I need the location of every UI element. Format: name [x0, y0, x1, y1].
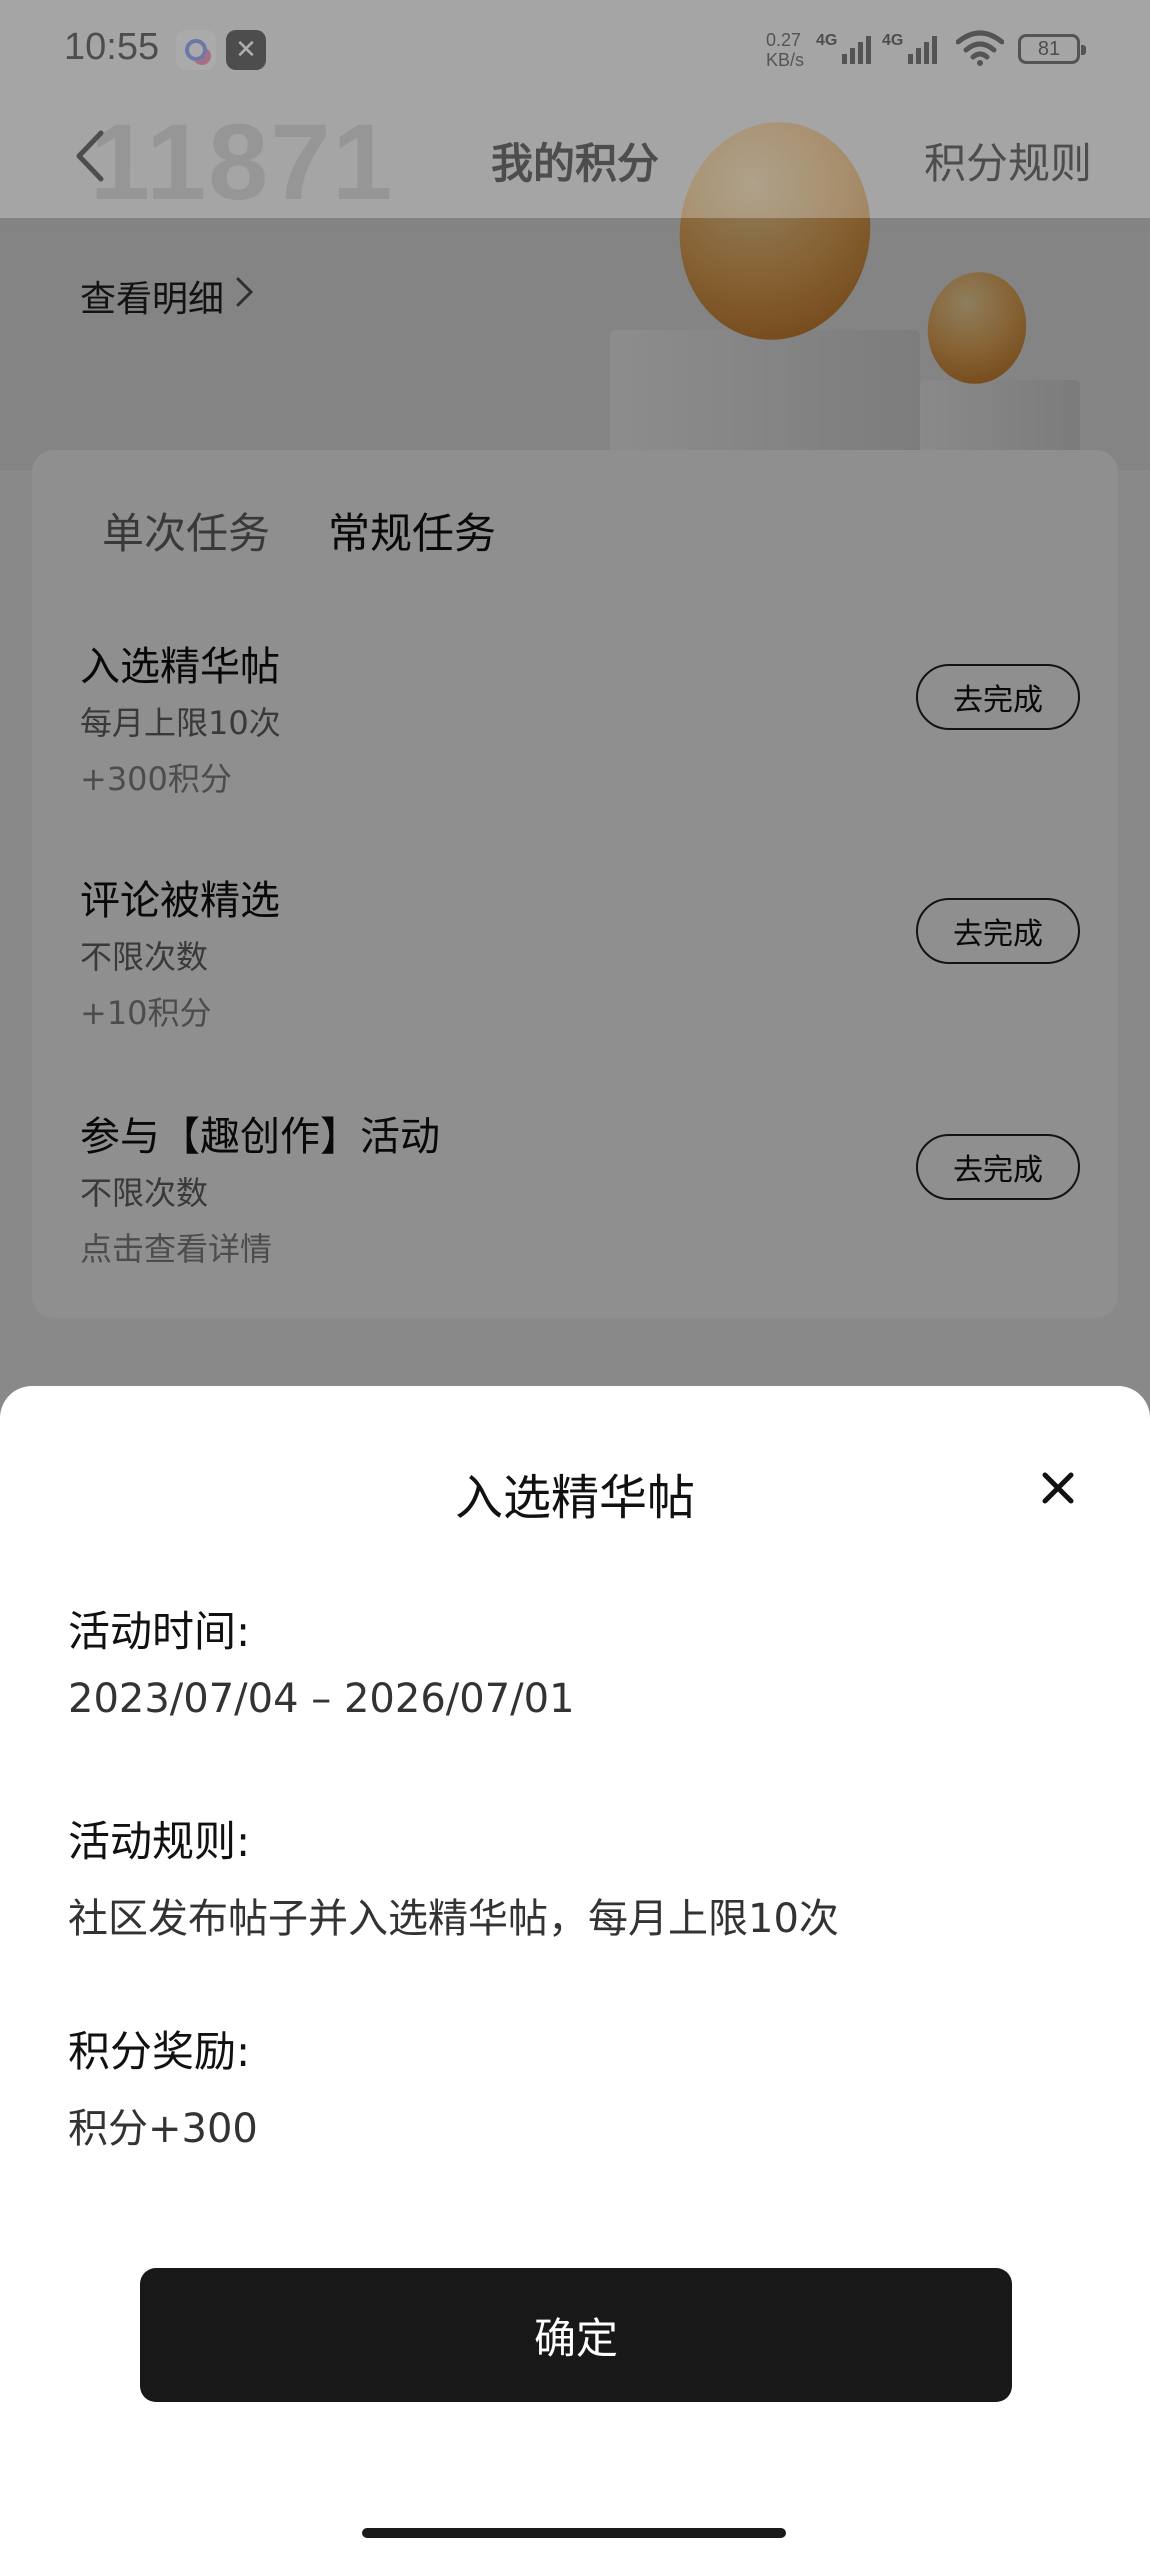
activity-time-label: 活动时间:	[68, 1607, 251, 1656]
activity-rules-label: 活动规则:	[68, 1817, 251, 1866]
close-icon	[1041, 1471, 1075, 1509]
app-root: 11871 查看明细 10:55 ✕ 0.27 KB/s 4G 4G 81 我的…	[0, 0, 1150, 2556]
activity-rules-value: 社区发布帖子并入选精华帖，每月上限10次	[68, 1896, 839, 1942]
confirm-button[interactable]: 确定	[140, 2268, 1012, 2402]
header-backdrop-tint	[0, 0, 1150, 218]
activity-time-value: 2023/07/04 – 2026/07/01	[68, 1676, 575, 1722]
sheet-title: 入选精华帖	[454, 1470, 695, 1526]
close-button[interactable]	[1030, 1462, 1086, 1518]
points-reward-value: 积分+300	[68, 2106, 258, 2152]
home-indicator[interactable]	[362, 2528, 786, 2538]
points-reward-label: 积分奖励:	[68, 2027, 251, 2076]
task-detail-sheet: 入选精华帖 活动时间: 2023/07/04 – 2026/07/01 活动规则…	[0, 1386, 1150, 2556]
